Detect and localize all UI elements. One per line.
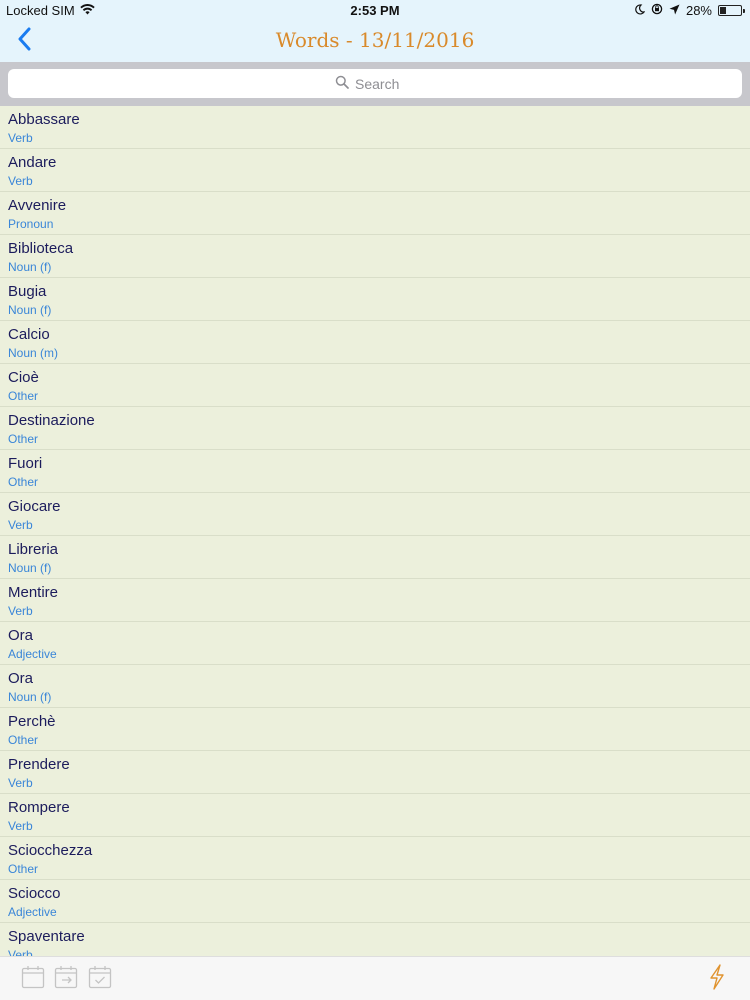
word-type: Noun (f)	[8, 690, 52, 704]
moon-icon	[634, 3, 646, 18]
word-title: Abbassare	[8, 111, 80, 128]
word-type: Other	[8, 862, 39, 876]
lightning-icon	[708, 963, 726, 995]
word-title: Ora	[8, 670, 34, 687]
battery-icon	[718, 5, 745, 16]
calendar-icon	[21, 965, 45, 994]
word-title: Sciocchezza	[8, 842, 93, 859]
word-type: Adjective	[8, 647, 57, 661]
word-row[interactable]: Mentire Verb	[0, 579, 750, 622]
bottom-toolbar	[0, 956, 750, 1000]
word-row[interactable]: Spaventare Verb	[0, 923, 750, 956]
word-type: Other	[8, 389, 39, 403]
word-title: Avvenire	[8, 197, 67, 214]
search-icon	[335, 75, 349, 92]
word-row[interactable]: Ora Noun (f)	[0, 665, 750, 708]
word-title: Rompere	[8, 799, 70, 816]
status-bar: Locked SIM 2:53 PM 28%	[0, 0, 750, 22]
word-type: Verb	[8, 948, 33, 956]
quick-action-button[interactable]	[704, 963, 730, 995]
word-type: Other	[8, 475, 39, 489]
word-title: Giocare	[8, 498, 61, 515]
word-type: Noun (f)	[8, 303, 52, 317]
word-type: Verb	[8, 776, 33, 790]
word-title: Sciocco	[8, 885, 61, 902]
calendar-done-button[interactable]	[87, 965, 113, 994]
word-row[interactable]: Avvenire Pronoun	[0, 192, 750, 235]
battery-percent: 28%	[685, 3, 712, 18]
word-title: Mentire	[8, 584, 59, 601]
word-type: Adjective	[8, 905, 57, 919]
word-row[interactable]: Sciocco Adjective	[0, 880, 750, 923]
calendar-check-icon	[88, 965, 112, 994]
word-type: Pronoun	[8, 217, 54, 231]
word-title: Spaventare	[8, 928, 85, 945]
word-list: Abbassare Verb Andare Verb Avvenire Pronoun…	[0, 106, 750, 956]
word-row[interactable]: Sciocchezza Other	[0, 837, 750, 880]
word-type: Noun (f)	[8, 260, 52, 274]
page-title: Words - 13/11/2016	[275, 28, 475, 52]
word-type: Noun (f)	[8, 561, 52, 575]
word-type: Noun (m)	[8, 346, 59, 360]
word-type: Other	[8, 733, 39, 747]
word-row[interactable]: Bugia Noun (f)	[0, 278, 750, 321]
word-row[interactable]: Cioè Other	[0, 364, 750, 407]
word-row[interactable]: Andare Verb	[0, 149, 750, 192]
word-title: Fuori	[8, 455, 43, 472]
word-row[interactable]: Libreria Noun (f)	[0, 536, 750, 579]
word-title: Perchè	[8, 713, 56, 730]
rotation-lock-icon	[651, 3, 663, 18]
word-title: Bugia	[8, 283, 47, 300]
word-row[interactable]: Abbassare Verb	[0, 106, 750, 149]
word-row[interactable]: Destinazione Other	[0, 407, 750, 450]
word-type: Verb	[8, 819, 33, 833]
word-type: Verb	[8, 604, 33, 618]
calendar-arrow-icon	[54, 965, 78, 994]
word-title: Destinazione	[8, 412, 95, 429]
navigation-bar: Words - 13/11/2016	[0, 22, 750, 62]
word-type: Verb	[8, 518, 33, 532]
search-field[interactable]	[8, 69, 742, 98]
word-row[interactable]: Calcio Noun (m)	[0, 321, 750, 364]
search-input[interactable]	[355, 75, 415, 92]
word-type: Other	[8, 432, 39, 446]
word-title: Cioè	[8, 369, 39, 386]
word-title: Libreria	[8, 541, 59, 558]
search-bar	[0, 62, 750, 106]
word-type: Verb	[8, 131, 33, 145]
word-row[interactable]: Biblioteca Noun (f)	[0, 235, 750, 278]
calendar-forward-button[interactable]	[53, 965, 79, 994]
word-type: Verb	[8, 174, 33, 188]
word-title: Biblioteca	[8, 240, 74, 257]
word-title: Ora	[8, 627, 34, 644]
location-icon	[669, 3, 680, 18]
word-title: Calcio	[8, 326, 50, 343]
word-title: Andare	[8, 154, 57, 171]
word-row[interactable]: Rompere Verb	[0, 794, 750, 837]
word-row[interactable]: Perchè Other	[0, 708, 750, 751]
word-row[interactable]: Fuori Other	[0, 450, 750, 493]
word-title: Prendere	[8, 756, 70, 773]
word-row[interactable]: Giocare Verb	[0, 493, 750, 536]
word-row[interactable]: Prendere Verb	[0, 751, 750, 794]
word-row[interactable]: Ora Adjective	[0, 622, 750, 665]
calendar-button[interactable]	[20, 965, 46, 994]
